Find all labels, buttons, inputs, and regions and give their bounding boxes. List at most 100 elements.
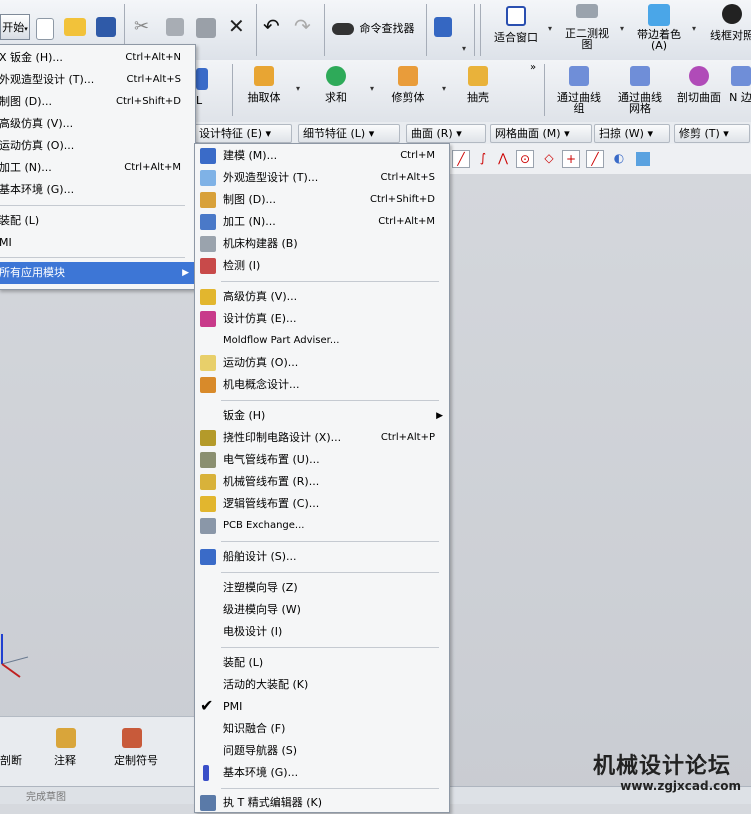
copy-icon[interactable] bbox=[166, 18, 184, 36]
menu-item-electrode-design[interactable]: 电极设计 (I) bbox=[195, 621, 449, 643]
menu-item-assemblies[interactable]: 装配 (L) bbox=[195, 652, 449, 674]
extract-body-button[interactable]: 抽取体 bbox=[240, 66, 288, 103]
section-surface-button[interactable]: 剖切曲面 bbox=[672, 66, 726, 103]
n-sided-button[interactable]: N 边 bbox=[730, 66, 751, 103]
note-button[interactable]: 注释 bbox=[54, 752, 76, 768]
info-icon[interactable] bbox=[434, 17, 452, 37]
modeling-icon bbox=[200, 148, 216, 164]
menu-item-manufacturing[interactable]: 加工 (N)... Ctrl+Alt+M bbox=[195, 211, 449, 233]
menu-item-mechatronics[interactable]: 机电概念设计... bbox=[195, 374, 449, 396]
design-feature-menu[interactable]: 设计特征 (E) ▾ bbox=[194, 124, 292, 143]
unite-button[interactable]: 求和 bbox=[316, 66, 356, 103]
menu-item-shape-studio[interactable]: 外观造型设计 (T)... Ctrl+Alt+S bbox=[0, 69, 195, 91]
chevron-down-icon[interactable]: ▾ bbox=[370, 84, 374, 93]
chevron-right-icon: ▶ bbox=[182, 268, 189, 278]
menu-item-label: 加工 (N)... bbox=[223, 215, 276, 228]
chevron-down-icon[interactable]: ▾ bbox=[462, 44, 466, 53]
menu-item-drafting[interactable]: 制图 (D)... Ctrl+Shift+D bbox=[195, 189, 449, 211]
menu-item-gateway[interactable]: 基本环境 (G)... bbox=[0, 179, 195, 201]
quadrant-snap-icon[interactable]: ◇ bbox=[540, 150, 558, 168]
open-folder-icon[interactable] bbox=[64, 18, 86, 36]
menu-item-issue-navigator[interactable]: 问题导航器 (S) bbox=[195, 740, 449, 762]
custom-symbol-button[interactable]: 定制符号 bbox=[114, 752, 158, 768]
chevron-down-icon[interactable]: ▾ bbox=[692, 24, 696, 33]
menu-item-manufacturing[interactable]: 加工 (N)... Ctrl+Alt+M bbox=[0, 157, 195, 179]
menu-item-pcb-exchange[interactable]: PCB Exchange... bbox=[195, 515, 449, 537]
menu-item-knowledge-fusion[interactable]: 知识融合 (F) bbox=[195, 718, 449, 740]
undo-icon[interactable]: ↶ bbox=[263, 14, 280, 38]
start-label: 开始 bbox=[2, 21, 25, 34]
shaded-with-edges-button[interactable]: 带边着色 (A) bbox=[630, 4, 688, 51]
face-snap-icon[interactable]: ◐ bbox=[610, 150, 628, 168]
curve-snap-icon[interactable]: ∫ bbox=[474, 150, 492, 168]
menu-item-sheetmetal[interactable]: X 钣金 (H)... Ctrl+Alt+N bbox=[0, 47, 195, 69]
trimetric-button[interactable]: 正二测视图 bbox=[558, 4, 616, 50]
mesh-surface-menu[interactable]: 网格曲面 (M) ▾ bbox=[490, 124, 592, 143]
pcb-exchange-icon bbox=[200, 518, 216, 534]
menu-item-modeling[interactable]: 建模 (M)... Ctrl+M bbox=[195, 145, 449, 167]
redo-icon[interactable]: ↷ bbox=[294, 14, 311, 38]
menu-item-moldflow[interactable]: Moldflow Part Adviser... bbox=[195, 330, 449, 352]
menu-item-ship-design[interactable]: 船舶设计 (S)... bbox=[195, 546, 449, 568]
cut-button[interactable]: 剖断 bbox=[0, 752, 22, 768]
chevron-right-icon: ▶ bbox=[436, 411, 443, 421]
menu-item-inspection[interactable]: 检测 (I) bbox=[195, 255, 449, 277]
menu-item-advanced-sim[interactable]: 高级仿真 (V)... bbox=[0, 113, 195, 135]
menu-item-assemblies[interactable]: 装配 (L) bbox=[0, 210, 195, 232]
save-icon[interactable] bbox=[96, 17, 116, 37]
line-snap-icon[interactable]: ╱ bbox=[452, 150, 470, 168]
new-file-icon[interactable] bbox=[36, 18, 54, 40]
sweep-menu[interactable]: 扫掠 (W) ▾ bbox=[594, 124, 670, 143]
menu-item-shape-studio[interactable]: 外观造型设计 (T)... Ctrl+Alt+S bbox=[195, 167, 449, 189]
trim-body-button[interactable]: 修剪体 bbox=[384, 66, 432, 103]
menu-item-pmi[interactable]: MI bbox=[0, 232, 195, 254]
menu-item-label: 机床构建器 (B) bbox=[223, 237, 298, 250]
menu-item-active-mockup[interactable]: 活动的大装配 (K) bbox=[195, 674, 449, 696]
chevron-down-icon[interactable]: ▾ bbox=[296, 84, 300, 93]
body-snap-icon[interactable] bbox=[636, 152, 650, 166]
trimetric-icon bbox=[576, 4, 598, 18]
endpoint-snap-icon[interactable]: ╱ bbox=[586, 150, 604, 168]
chevron-down-icon[interactable]: ▾ bbox=[442, 84, 446, 93]
start-button[interactable]: 开始▾ bbox=[0, 14, 30, 40]
point-snap-icon[interactable]: + bbox=[562, 150, 580, 168]
paste-icon[interactable] bbox=[196, 18, 216, 38]
menu-item-pmi[interactable]: ✔ PMI bbox=[195, 696, 449, 718]
menu-item-editor[interactable]: 执 T 精式编辑器 (K) bbox=[195, 792, 449, 814]
cut-icon[interactable]: ✂ bbox=[134, 16, 149, 37]
menu-item-electrical-routing[interactable]: 电气管线布置 (U)... bbox=[195, 449, 449, 471]
shell-button[interactable]: 抽壳 bbox=[458, 66, 498, 103]
menu-item-gateway[interactable]: 基本环境 (G)... bbox=[195, 762, 449, 784]
chevron-down-icon[interactable]: ▾ bbox=[620, 24, 624, 33]
chevron-down-icon[interactable]: ▾ bbox=[548, 24, 552, 33]
menu-item-mechanical-routing[interactable]: 机械管线布置 (R)... bbox=[195, 471, 449, 493]
menu-item-all-applications[interactable]: 所有应用模块 ▶ bbox=[0, 262, 195, 284]
menu-item-design-sim[interactable]: 设计仿真 (E)... bbox=[195, 308, 449, 330]
menu-item-motion-sim[interactable]: 运动仿真 (O)... bbox=[195, 352, 449, 374]
menu-item-logical-routing[interactable]: 逻辑管线布置 (C)... bbox=[195, 493, 449, 515]
detail-feature-menu[interactable]: 细节特征 (L) ▾ bbox=[298, 124, 400, 143]
menu-item-sheetmetal[interactable]: 钣金 (H) ▶ bbox=[195, 405, 449, 427]
wireframe-button[interactable]: 线框对照 bbox=[702, 4, 751, 41]
custom-symbol-icon bbox=[122, 728, 142, 748]
thru-curves-button[interactable]: 通过曲线组 bbox=[550, 66, 608, 114]
menu-item-motion-sim[interactable]: 运动仿真 (O)... bbox=[0, 135, 195, 157]
finish-sketch-button[interactable]: 完成草图 bbox=[26, 788, 66, 803]
more-icon[interactable]: » bbox=[530, 62, 536, 73]
feature-icon[interactable] bbox=[196, 68, 208, 90]
menu-item-flex-pcb[interactable]: 挠性印制电路设计 (X)... Ctrl+Alt+P bbox=[195, 427, 449, 449]
menu-item-drafting[interactable]: 制图 (D)... Ctrl+Shift+D bbox=[0, 91, 195, 113]
trim-menu[interactable]: 修剪 (T) ▾ bbox=[674, 124, 750, 143]
menu-item-progressive-die[interactable]: 级进模向导 (W) bbox=[195, 599, 449, 621]
fit-window-button[interactable]: 适合窗口 bbox=[488, 6, 544, 43]
thru-mesh-button[interactable]: 通过曲线网格 bbox=[612, 66, 668, 114]
surface-menu[interactable]: 曲面 (R) ▾ bbox=[406, 124, 486, 143]
center-snap-icon[interactable]: ⊙ bbox=[516, 150, 534, 168]
delete-icon[interactable]: ✕ bbox=[228, 14, 245, 38]
find-command-button[interactable]: 命令查找器 bbox=[332, 20, 415, 36]
menu-item-label: 电气管线布置 (U)... bbox=[223, 453, 320, 466]
menu-item-mold-wizard[interactable]: 注塑模向导 (Z) bbox=[195, 577, 449, 599]
menu-item-machine-builder[interactable]: 机床构建器 (B) bbox=[195, 233, 449, 255]
intersect-snap-icon[interactable]: ⋀ bbox=[494, 150, 512, 168]
menu-item-advanced-sim[interactable]: 高级仿真 (V)... bbox=[195, 286, 449, 308]
